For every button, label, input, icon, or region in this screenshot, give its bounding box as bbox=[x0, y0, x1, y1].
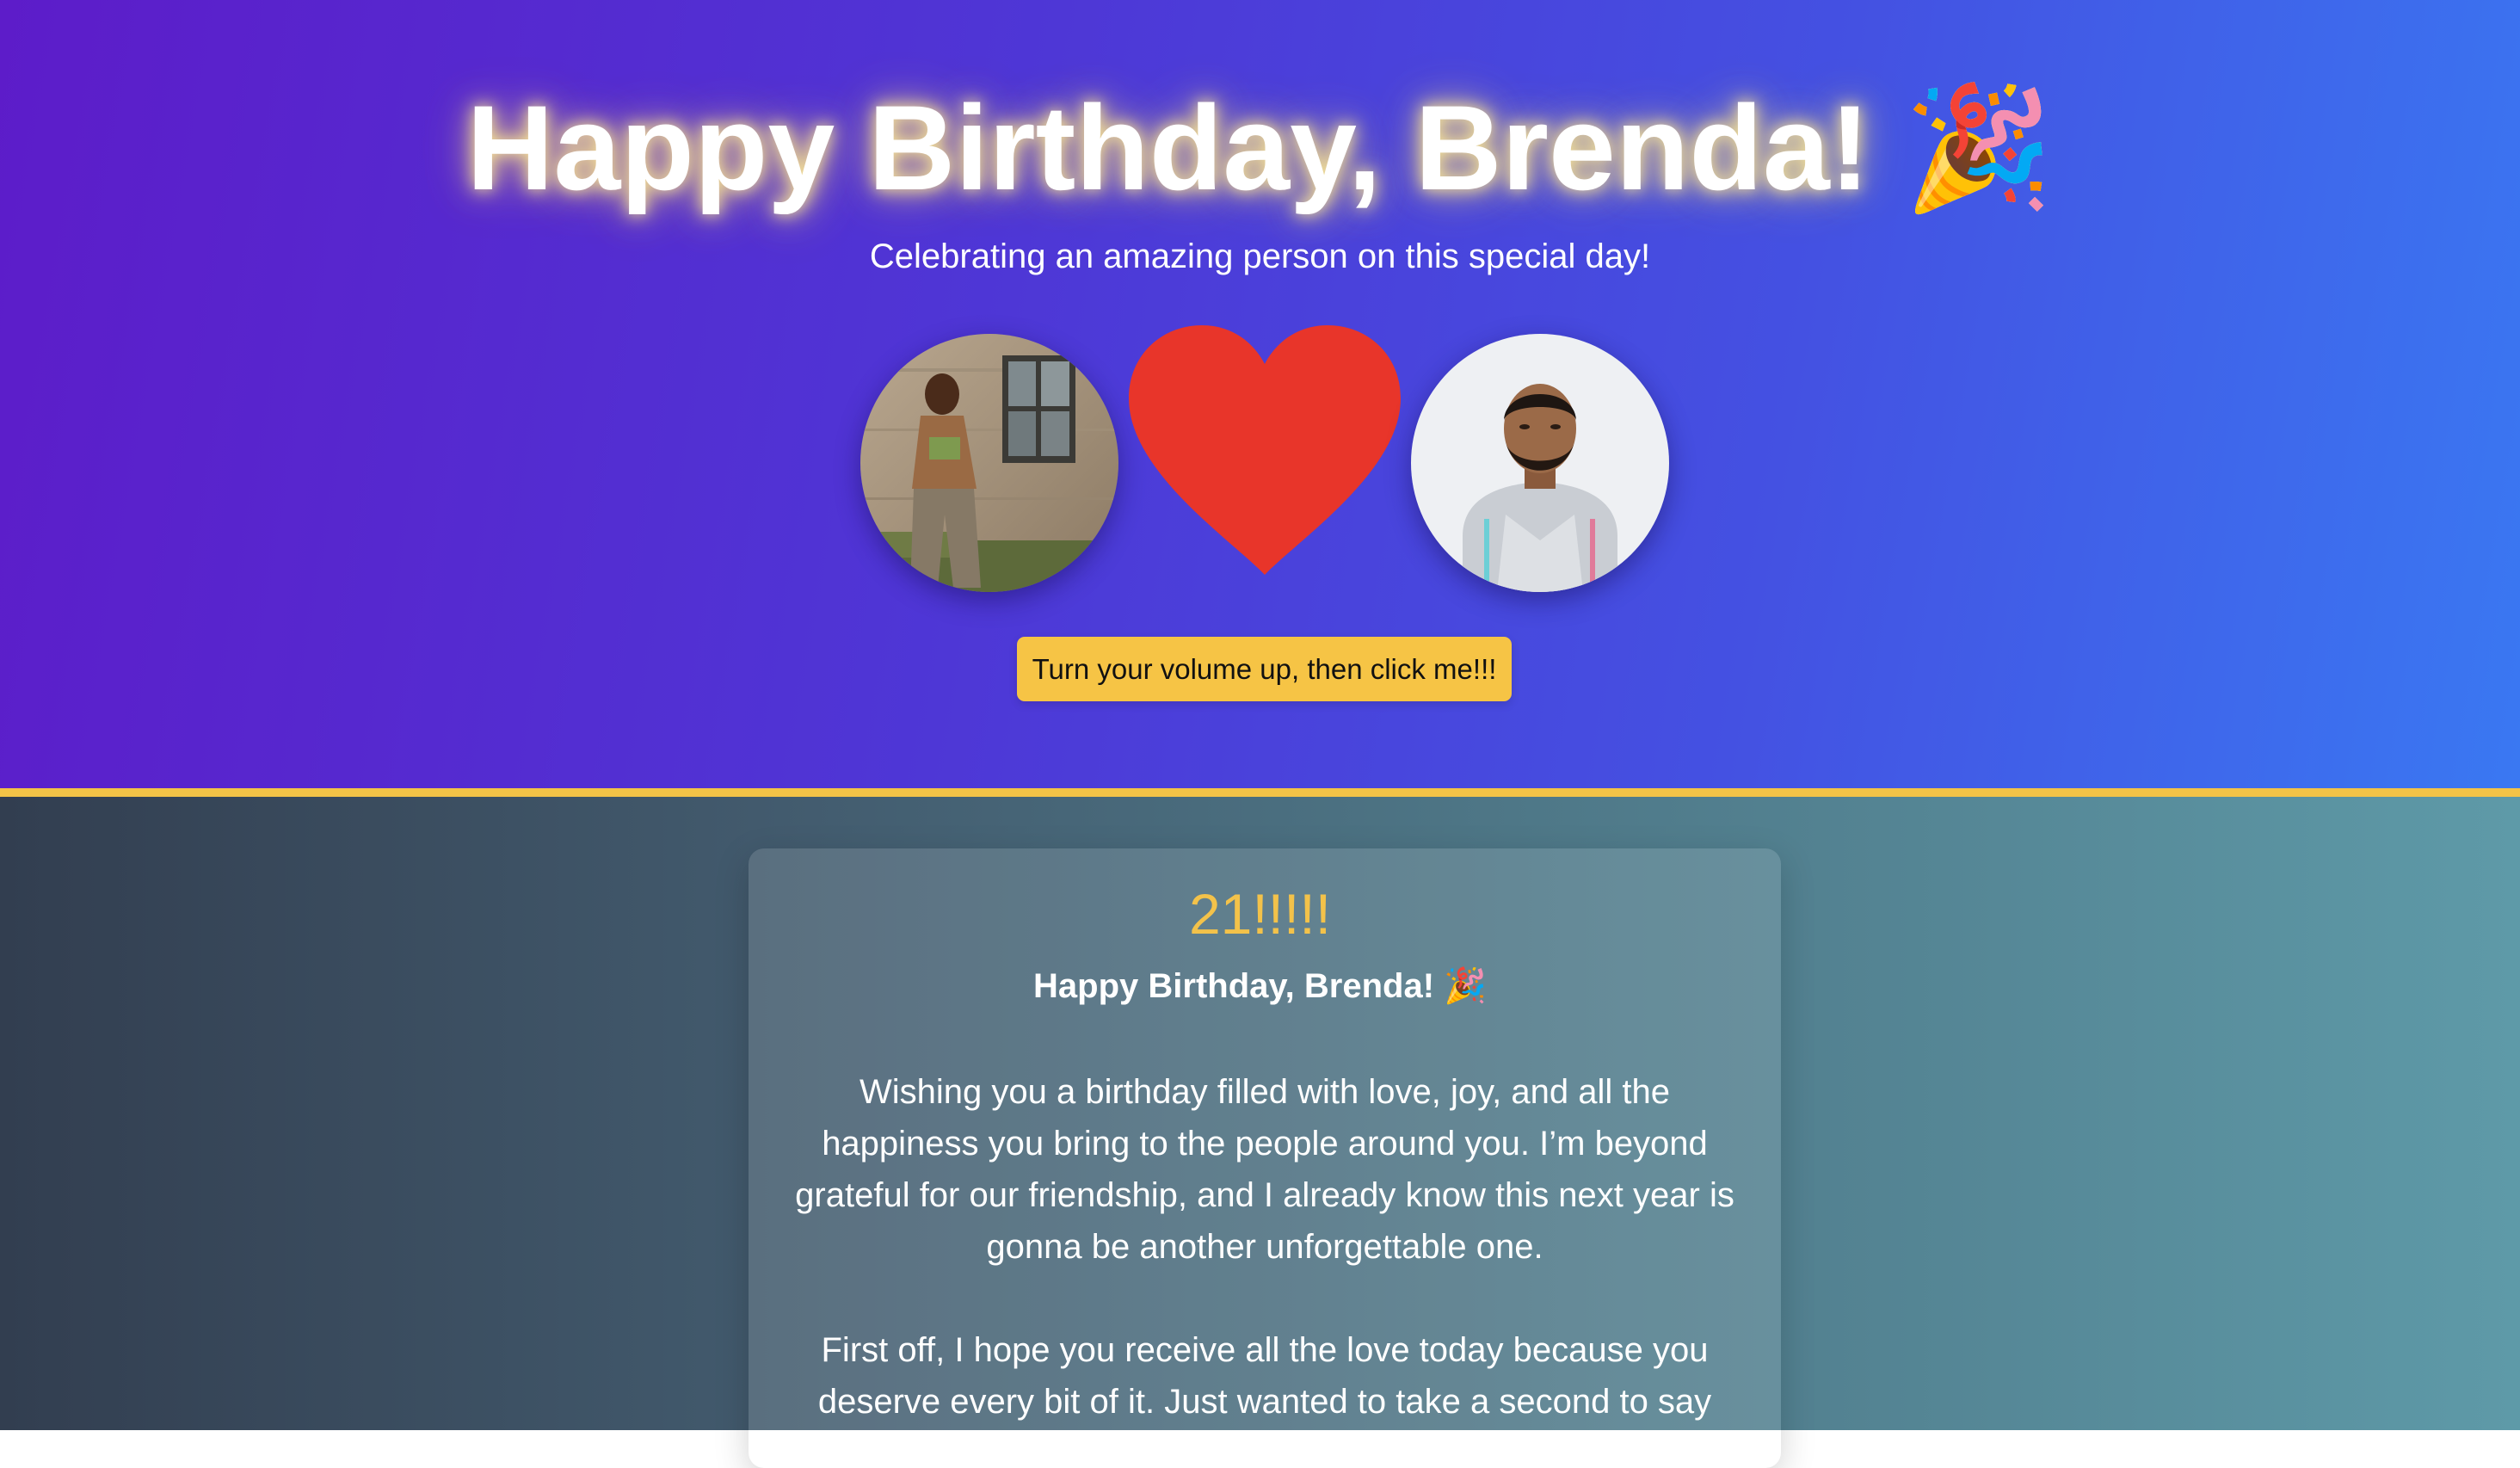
heart-icon bbox=[1129, 325, 1401, 575]
age-heading: 21!!!!! bbox=[1188, 882, 1332, 946]
message-paragraph: First off, I hope you receive all the lo… bbox=[817, 1331, 1712, 1421]
page-title-text: Happy Birthday, Brenda! bbox=[466, 80, 1870, 215]
section-divider bbox=[0, 788, 2520, 797]
party-popper-icon: 🎉 bbox=[1903, 78, 2054, 219]
page-title: Happy Birthday, Brenda! 🎉 bbox=[0, 79, 2520, 218]
avatar-drake bbox=[1411, 334, 1669, 592]
volume-play-button[interactable]: Turn your volume up, then click me!!! bbox=[1017, 637, 1512, 701]
hero-section: Happy Birthday, Brenda! 🎉 Celebrating an… bbox=[0, 0, 2520, 788]
page-subtitle: Celebrating an amazing person on this sp… bbox=[869, 237, 1651, 275]
photo-drake bbox=[1411, 334, 1669, 592]
avatar-brenda bbox=[860, 334, 1118, 592]
photo-brenda bbox=[860, 334, 1118, 592]
card-heading: Happy Birthday, Brenda! 🎉 bbox=[1033, 967, 1487, 1005]
message-paragraph: Wishing you a birthday filled with love,… bbox=[795, 1073, 1734, 1266]
